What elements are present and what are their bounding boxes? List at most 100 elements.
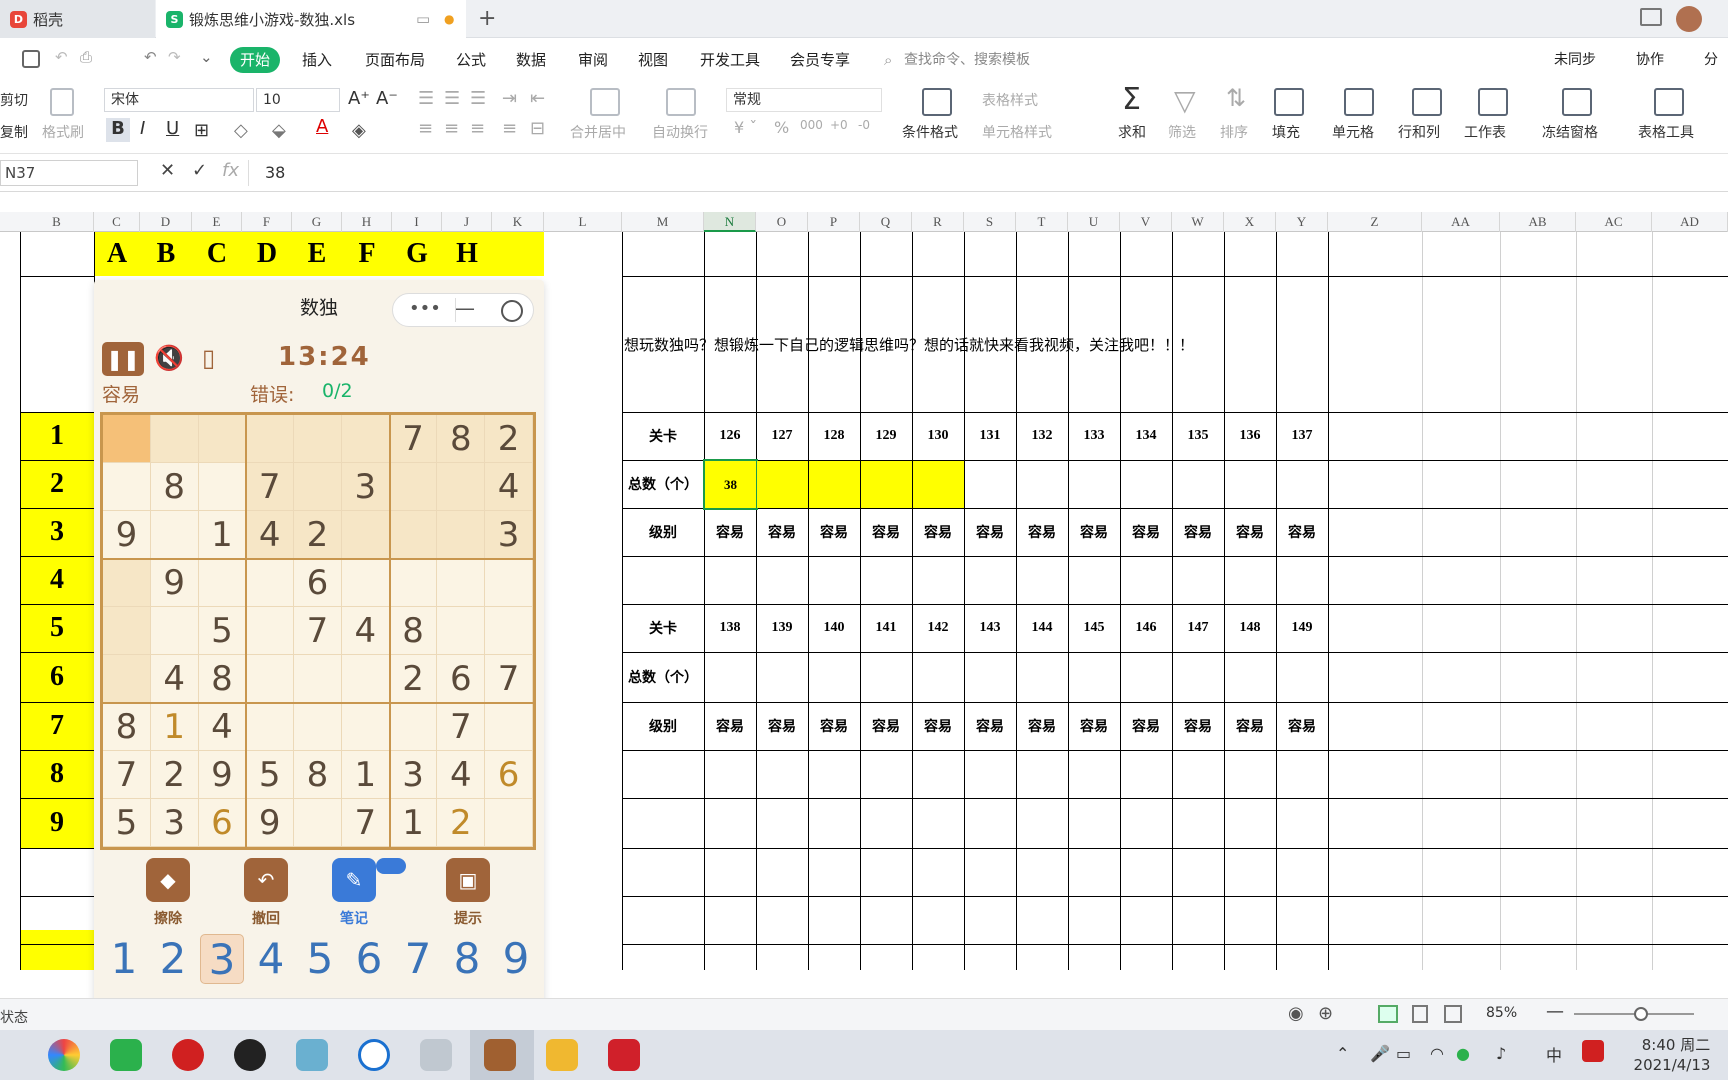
sudoku-cell[interactable]: 3 — [150, 799, 199, 847]
sudoku-cell[interactable]: 5 — [246, 751, 295, 799]
column-header-U[interactable]: U — [1068, 212, 1120, 232]
sudoku-cell[interactable]: 9 — [198, 751, 247, 799]
menu-developer[interactable]: 开发工具 — [700, 38, 760, 82]
sudoku-cell[interactable] — [341, 511, 390, 559]
sudoku-cell[interactable]: 4 — [437, 751, 486, 799]
column-header-E[interactable]: E — [192, 212, 242, 232]
game-app-icon[interactable] — [484, 1039, 516, 1071]
confirm-icon[interactable]: ✓ — [192, 160, 207, 181]
normal-view-icon[interactable] — [1378, 1005, 1398, 1023]
copy-button[interactable]: 复制 — [0, 122, 28, 142]
sudoku-cell[interactable]: 6 — [198, 799, 247, 847]
sudoku-cell[interactable]: 4 — [246, 511, 295, 559]
share-button[interactable]: 分享 — [1704, 38, 1728, 112]
notes-toggle[interactable] — [376, 858, 406, 874]
print-icon[interactable]: ⎙ — [80, 48, 92, 66]
sudoku-cell[interactable] — [198, 415, 247, 463]
menu-review[interactable]: 审阅 — [578, 38, 608, 82]
column-header-L[interactable]: L — [544, 212, 622, 232]
sudoku-cell[interactable] — [246, 607, 295, 655]
column-header-W[interactable]: W — [1172, 212, 1224, 232]
format-painter-button[interactable]: 格式刷 — [42, 122, 84, 142]
window-layout-icon[interactable] — [1640, 8, 1662, 26]
underline-icon[interactable]: U — [166, 118, 179, 139]
chrome-icon[interactable] — [48, 1039, 80, 1071]
menu-member[interactable]: 会员专享 — [790, 38, 850, 82]
sudoku-cell[interactable] — [437, 559, 486, 607]
tab-docer[interactable]: D 稻壳 — [0, 0, 155, 38]
column-header-F[interactable]: F — [242, 212, 292, 232]
sudoku-cell[interactable] — [341, 655, 390, 703]
number-key[interactable]: 7 — [396, 934, 440, 984]
name-box[interactable]: N37 — [0, 160, 138, 186]
currency-icon[interactable]: ¥ ˇ — [734, 118, 757, 137]
column-header-H[interactable]: H — [342, 212, 392, 232]
break-view-icon[interactable] — [1444, 1005, 1462, 1023]
number-key[interactable]: 1 — [102, 934, 146, 984]
sudoku-cell[interactable]: 3 — [389, 751, 438, 799]
sudoku-cell[interactable] — [103, 607, 151, 655]
eye-icon[interactable]: ◉ — [1288, 1003, 1304, 1024]
sudoku-cell[interactable]: 4 — [150, 655, 199, 703]
explorer-icon[interactable] — [546, 1039, 578, 1071]
sudoku-cell[interactable] — [389, 703, 438, 751]
sudoku-cell[interactable] — [341, 415, 390, 463]
tray-arrow-icon[interactable]: ⌃ — [1336, 1044, 1349, 1063]
sudoku-cell[interactable]: 1 — [150, 703, 199, 751]
column-header-I[interactable]: I — [392, 212, 442, 232]
align-top-icon[interactable]: ☰ — [418, 88, 434, 109]
sudoku-cell[interactable] — [103, 559, 151, 607]
sudoku-cell[interactable]: 8 — [150, 463, 199, 511]
yellow-cell[interactable] — [757, 461, 808, 508]
number-key[interactable]: 4 — [249, 934, 293, 984]
align-middle-icon[interactable]: ☰ — [444, 88, 460, 109]
column-header-B[interactable]: B — [20, 212, 94, 232]
sudoku-cell[interactable] — [389, 511, 438, 559]
netease-music-icon[interactable] — [172, 1039, 204, 1071]
column-header-T[interactable]: T — [1016, 212, 1068, 232]
outdent-icon[interactable]: ⇤ — [530, 88, 545, 109]
size-select[interactable]: 10 — [256, 88, 340, 112]
font-select[interactable]: 宋体 — [104, 88, 254, 112]
sudoku-cell[interactable] — [294, 463, 342, 511]
wechat-icon[interactable] — [110, 1039, 142, 1071]
sudoku-cell[interactable] — [198, 463, 247, 511]
sudoku-cell[interactable]: 5 — [198, 607, 247, 655]
command-search-input[interactable]: 查找命令、搜索模板 — [904, 38, 1030, 82]
font-shrink-icon[interactable]: A⁻ — [376, 88, 398, 109]
sudoku-cell[interactable]: 8 — [389, 607, 438, 655]
sudoku-cell[interactable]: 4 — [341, 607, 390, 655]
filter-button[interactable]: 筛选 — [1168, 122, 1196, 142]
column-header-C[interactable]: C — [94, 212, 140, 232]
sudoku-cell[interactable]: 7 — [341, 799, 390, 847]
increase-decimal-icon[interactable]: +0 — [830, 118, 848, 132]
minimize-icon[interactable]: — — [455, 296, 475, 320]
collab-button[interactable]: 协作 — [1636, 38, 1664, 82]
number-key[interactable]: 6 — [347, 934, 391, 984]
sudoku-cell[interactable] — [294, 799, 342, 847]
column-header-K[interactable]: K — [492, 212, 544, 232]
sum-button[interactable]: 求和 — [1118, 122, 1146, 142]
more-dropdown-icon[interactable]: ⌄ — [200, 48, 213, 66]
column-header-M[interactable]: M — [622, 212, 704, 232]
menu-data[interactable]: 数据 — [516, 38, 546, 82]
cell-style-button[interactable]: 单元格样式 — [982, 122, 1052, 142]
column-header-X[interactable]: X — [1224, 212, 1276, 232]
notes-icon[interactable]: ✎ — [332, 858, 376, 902]
sudoku-cell[interactable]: 3 — [341, 463, 390, 511]
bold-icon[interactable]: B — [106, 118, 130, 142]
align-bottom-icon[interactable]: ☰ — [470, 88, 486, 109]
column-header-Y[interactable]: Y — [1276, 212, 1328, 232]
fx-icon[interactable]: fx — [222, 160, 239, 181]
mic-icon[interactable]: 🎤 — [1370, 1044, 1390, 1063]
save-icon[interactable] — [22, 50, 40, 68]
number-key[interactable]: 3 — [200, 934, 244, 984]
sudoku-cell[interactable]: 6 — [294, 559, 342, 607]
sudoku-cell[interactable] — [103, 655, 151, 703]
sudoku-cell[interactable] — [485, 607, 533, 655]
sudoku-cell[interactable] — [150, 511, 199, 559]
hint-icon[interactable]: ▣ — [446, 858, 490, 902]
sudoku-cell[interactable] — [294, 655, 342, 703]
menu-formula[interactable]: 公式 — [456, 38, 486, 82]
undo-icon[interactable]: ↶ — [55, 48, 68, 66]
